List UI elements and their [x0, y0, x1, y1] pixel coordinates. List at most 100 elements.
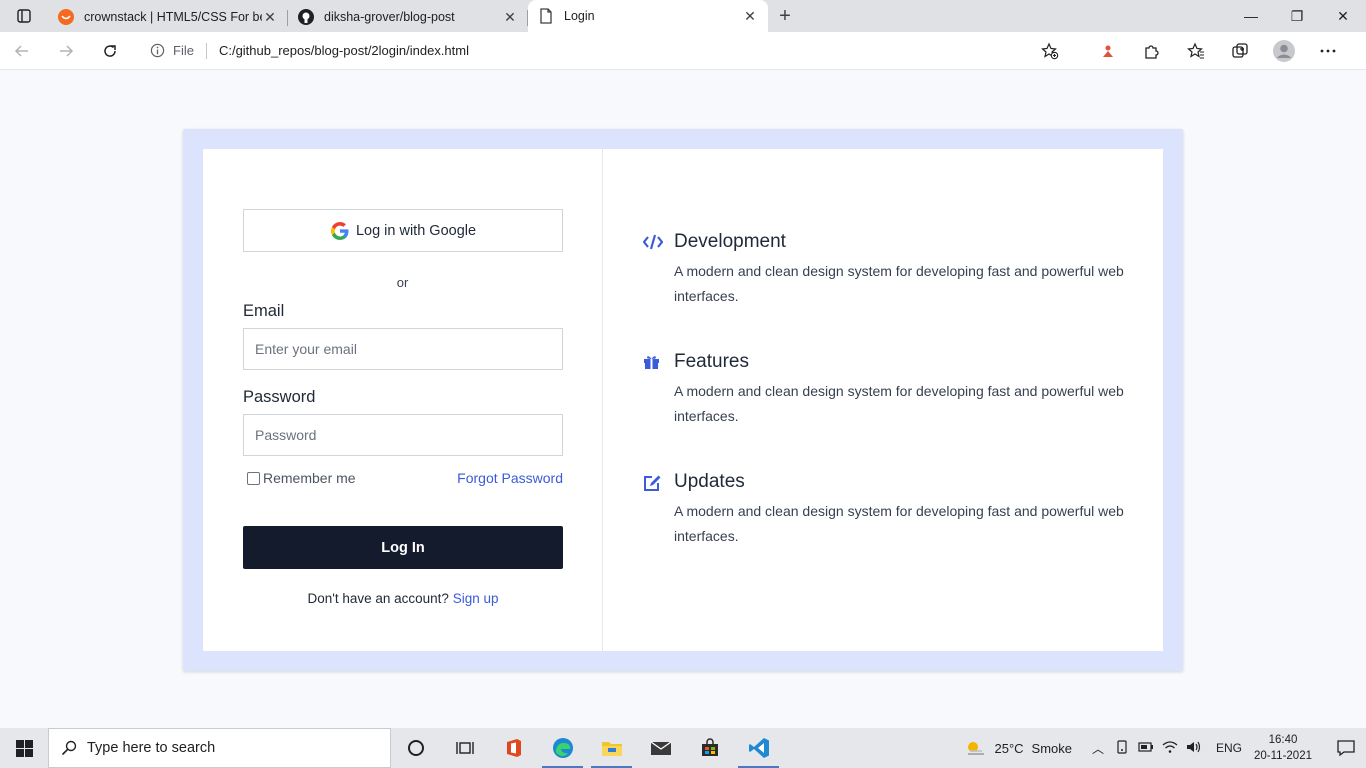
system-tray: 25°C Smoke ︿ ENG 16:40 20-11-2021: [964, 728, 1366, 768]
taskbar-apps: [391, 728, 783, 768]
minimize-icon[interactable]: —: [1228, 0, 1274, 32]
email-label: Email: [243, 302, 285, 320]
github-icon: [298, 9, 314, 25]
feature-title: Features: [674, 351, 749, 372]
feature-updates: Updates A modern and clean design system…: [643, 471, 1124, 549]
taskbar-clock[interactable]: 16:40 20-11-2021: [1254, 732, 1312, 764]
address-bar[interactable]: File C:/github_repos/blog-post/2login/in…: [138, 35, 1074, 66]
taskbar-search[interactable]: Type here to search: [48, 728, 391, 768]
login-card-frame: Log in with Google or Email Password Rem…: [183, 129, 1183, 671]
google-login-button[interactable]: Log in with Google: [243, 209, 563, 252]
forward-button[interactable]: [44, 32, 88, 70]
close-tab-icon[interactable]: ✕: [502, 9, 518, 26]
feature-features: Features A modern and clean design syste…: [643, 351, 1124, 429]
remember-me-label: Remember me: [263, 470, 356, 486]
weather-temp: 25°C: [994, 740, 1024, 756]
back-button[interactable]: [0, 32, 44, 70]
login-button[interactable]: Log In: [243, 526, 563, 569]
plus-icon: +: [779, 4, 791, 27]
tab-actions-button[interactable]: [0, 0, 48, 32]
feature-description: A modern and clean design system for dev…: [674, 263, 1124, 304]
signup-link[interactable]: Sign up: [453, 591, 499, 606]
address-divider: [205, 42, 207, 59]
cortana-icon[interactable]: [391, 728, 440, 768]
weather-widget[interactable]: 25°C Smoke: [964, 739, 1072, 757]
feature-title: Updates: [674, 471, 745, 492]
refresh-button[interactable]: [88, 32, 132, 70]
arrow-right-icon: [60, 44, 74, 57]
feature-title: Development: [674, 231, 786, 252]
password-input[interactable]: [243, 414, 563, 456]
wifi-icon[interactable]: [1158, 740, 1182, 757]
browser-tab-bar: crownstack | HTML5/CSS For beginners ✕ d…: [0, 0, 1366, 32]
page-icon: [538, 8, 554, 24]
extension-profile-icon[interactable]: [1086, 32, 1130, 70]
signup-prompt-text: Don't have an account?: [307, 591, 449, 606]
weather-condition: Smoke: [1031, 740, 1072, 756]
tab-actions-icon: [17, 9, 31, 23]
chevron-up-icon[interactable]: ︿: [1086, 740, 1110, 757]
edit-icon: [643, 471, 674, 549]
start-button[interactable]: [0, 728, 48, 768]
store-icon[interactable]: [685, 728, 734, 768]
search-icon: [61, 740, 77, 756]
new-tab-button[interactable]: +: [768, 0, 802, 32]
windows-taskbar: Type here to search 25°C Smoke ︿ ENG 16:…: [0, 728, 1366, 768]
restore-icon[interactable]: ❐: [1274, 0, 1320, 32]
more-options-icon[interactable]: [1306, 32, 1350, 70]
window-controls: — ❐ ✕: [1228, 0, 1366, 32]
volume-icon[interactable]: [1182, 740, 1206, 757]
close-tab-icon[interactable]: ✕: [742, 8, 758, 25]
tab-title: diksha-grover/blog-post: [324, 10, 455, 24]
forgot-password-link[interactable]: Forgot Password: [457, 470, 563, 486]
browser-tab-github[interactable]: diksha-grover/blog-post ✕: [288, 2, 528, 32]
remember-me[interactable]: Remember me: [243, 470, 356, 486]
url-text[interactable]: C:/github_repos/blog-post/2login/index.h…: [219, 43, 1038, 58]
tab-title: Login: [564, 9, 595, 23]
tray-icons: ︿: [1086, 739, 1206, 757]
device-icon[interactable]: [1110, 739, 1134, 757]
password-label: Password: [243, 388, 316, 406]
clock-time: 16:40: [1268, 734, 1298, 746]
feature-description: A modern and clean design system for dev…: [674, 383, 1124, 424]
code-icon: [643, 231, 674, 309]
collections-icon[interactable]: [1218, 32, 1262, 70]
file-explorer-icon[interactable]: [587, 728, 636, 768]
language-indicator[interactable]: ENG: [1216, 741, 1242, 755]
feature-development: Development A modern and clean design sy…: [643, 231, 1124, 309]
signup-prompt: Don't have an account? Sign up: [243, 591, 563, 606]
extensions-icon[interactable]: [1130, 32, 1174, 70]
favorites-icon[interactable]: [1174, 32, 1218, 70]
notification-center-icon[interactable]: [1326, 740, 1366, 756]
windows-logo-icon: [15, 739, 33, 757]
edge-browser-icon[interactable]: [538, 728, 587, 768]
profile-avatar-icon[interactable]: [1262, 32, 1306, 70]
battery-icon[interactable]: [1134, 741, 1158, 755]
arrow-left-icon: [14, 44, 28, 57]
taskbar-search-placeholder: Type here to search: [87, 740, 216, 756]
weather-sun-icon: [968, 742, 985, 755]
vscode-icon[interactable]: [734, 728, 783, 768]
office-icon[interactable]: [489, 728, 538, 768]
info-icon: [150, 43, 165, 58]
close-tab-icon[interactable]: ✕: [262, 9, 278, 26]
google-icon: [330, 221, 350, 241]
task-view-icon[interactable]: [440, 728, 489, 768]
add-favorite-button[interactable]: [1038, 42, 1062, 60]
mail-icon[interactable]: [636, 728, 685, 768]
scheme-label: File: [173, 43, 194, 58]
features-panel: Development A modern and clean design sy…: [603, 149, 1164, 651]
google-login-label: Log in with Google: [355, 222, 477, 239]
tab-title: crownstack | HTML5/CSS For beginners: [84, 10, 262, 24]
star-add-icon: [1041, 42, 1059, 59]
browser-toolbar: File C:/github_repos/blog-post/2login/in…: [0, 32, 1366, 70]
browser-tab-login[interactable]: Login ✕: [528, 0, 768, 32]
email-input[interactable]: [243, 328, 563, 370]
site-info[interactable]: File: [150, 43, 194, 58]
browser-tab-crownstack[interactable]: crownstack | HTML5/CSS For beginners ✕: [48, 2, 288, 32]
remember-me-checkbox[interactable]: [247, 471, 260, 485]
crownstack-favicon-icon: [58, 9, 74, 25]
close-window-icon[interactable]: ✕: [1320, 0, 1366, 32]
gift-icon: [643, 351, 674, 429]
login-form-panel: Log in with Google or Email Password Rem…: [203, 149, 603, 651]
